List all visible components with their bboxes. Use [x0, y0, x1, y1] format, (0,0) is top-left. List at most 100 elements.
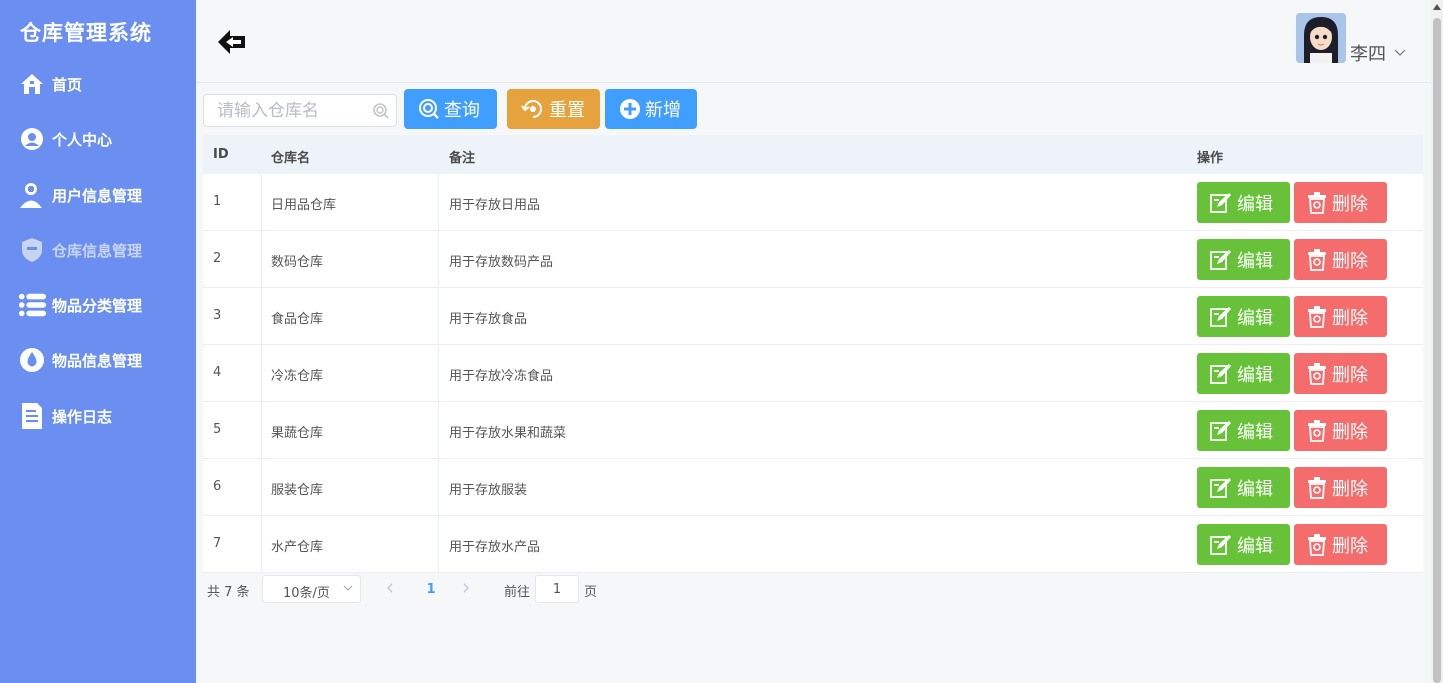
sidebar-item-category[interactable]: 物品分类管理: [18, 287, 142, 323]
search-input[interactable]: [204, 95, 369, 126]
sidebar-item-label: 个人中心: [52, 130, 113, 149]
brand-title: 仓库管理系统: [20, 21, 152, 45]
cell-name: 食品仓库: [271, 312, 324, 327]
trash-icon: [1307, 305, 1327, 328]
chevron-right-icon: [462, 582, 470, 597]
delete-button[interactable]: 删除: [1294, 467, 1387, 508]
avatar[interactable]: [1296, 13, 1346, 63]
sidebar-item-logs[interactable]: 操作日志: [18, 398, 112, 434]
sidebar-item-goods[interactable]: 物品信息管理: [18, 342, 142, 378]
cell-id: 1: [213, 194, 222, 209]
edit-label: 编辑: [1237, 421, 1273, 443]
column-divider: [261, 174, 262, 231]
user-circle-icon: [18, 125, 46, 153]
chevron-down-icon: [343, 582, 353, 597]
scroll-up-arrow-icon[interactable]: [1433, 4, 1441, 10]
edit-label: 编辑: [1237, 535, 1273, 557]
sidebar-item-home[interactable]: 首页: [18, 66, 82, 102]
back-arrow-icon[interactable]: [216, 26, 248, 58]
page-suffix: 页: [584, 585, 598, 600]
cell-name: 冷冻仓库: [271, 369, 324, 384]
delete-button[interactable]: 删除: [1294, 239, 1387, 280]
table-row: 5 果蔬仓库 用于存放水果和蔬菜 编辑 删除: [203, 402, 1423, 459]
delete-button[interactable]: 删除: [1294, 524, 1387, 565]
query-label: 查询: [444, 100, 480, 121]
table-row: 7 水产仓库 用于存放水产品 编辑 删除: [203, 516, 1423, 573]
column-divider: [438, 231, 439, 288]
sidebar-item-profile[interactable]: 个人中心: [18, 121, 112, 157]
trash-icon: [1307, 419, 1327, 442]
sidebar-item-label: 物品分类管理: [52, 296, 143, 315]
cell-name: 日用品仓库: [271, 198, 337, 213]
sidebar-item-label: 首页: [52, 75, 83, 94]
delete-button[interactable]: 删除: [1294, 182, 1387, 223]
add-button[interactable]: 新增: [605, 89, 697, 129]
cell-id: 5: [213, 422, 222, 437]
column-header-id: ID: [213, 147, 229, 162]
column-header-note: 备注: [449, 151, 476, 166]
column-divider: [261, 516, 262, 573]
total-count: 共 7 条: [207, 585, 250, 600]
list-icon: [18, 291, 46, 319]
delete-button[interactable]: 删除: [1294, 353, 1387, 394]
warehouse-search-field[interactable]: [203, 94, 397, 127]
edit-button[interactable]: 编辑: [1197, 524, 1290, 565]
sidebar-item-users[interactable]: 用户信息管理: [18, 177, 142, 213]
cell-name: 数码仓库: [271, 255, 324, 270]
delete-label: 删除: [1332, 250, 1368, 272]
delete-label: 删除: [1332, 421, 1368, 443]
edit-button[interactable]: 编辑: [1197, 239, 1290, 280]
cell-id: 3: [213, 308, 222, 323]
user-name[interactable]: 李四: [1350, 40, 1386, 66]
vertical-scrollbar[interactable]: [1431, 0, 1443, 683]
edit-icon: [1210, 534, 1232, 556]
query-button[interactable]: 查询: [404, 89, 497, 129]
edit-button[interactable]: 编辑: [1197, 467, 1290, 508]
edit-button[interactable]: 编辑: [1197, 182, 1290, 223]
delete-label: 删除: [1332, 307, 1368, 329]
prev-page-button[interactable]: [376, 575, 404, 603]
next-page-button[interactable]: [452, 575, 480, 603]
table-header: ID 仓库名 备注 操作: [203, 135, 1423, 174]
user-add-icon: [18, 181, 46, 209]
delete-label: 删除: [1332, 478, 1368, 500]
edit-icon: [1210, 249, 1232, 271]
column-divider: [438, 516, 439, 573]
reset-button[interactable]: 重置: [507, 89, 600, 129]
delete-label: 删除: [1332, 535, 1368, 557]
chevron-left-icon: [386, 582, 394, 597]
sidebar-item-label: 操作日志: [52, 407, 113, 426]
chevron-down-icon[interactable]: [1394, 44, 1406, 63]
cell-note: 用于存放数码产品: [449, 255, 554, 270]
sidebar-item-label: 仓库信息管理: [52, 241, 143, 260]
trash-icon: [1307, 476, 1327, 499]
edit-button[interactable]: 编辑: [1197, 353, 1290, 394]
edit-icon: [1210, 192, 1232, 214]
delete-button[interactable]: 删除: [1294, 410, 1387, 451]
edit-button[interactable]: 编辑: [1197, 296, 1290, 337]
goto-page-input[interactable]: [535, 575, 579, 603]
sidebar-item-warehouse[interactable]: 仓库信息管理: [18, 232, 142, 268]
page-size-select[interactable]: 10条/页: [262, 575, 361, 603]
column-divider: [261, 345, 262, 402]
delete-label: 删除: [1332, 364, 1368, 386]
document-icon: [18, 402, 46, 430]
scrollbar-thumb[interactable]: [1433, 18, 1441, 683]
delete-button[interactable]: 删除: [1294, 296, 1387, 337]
column-divider: [438, 288, 439, 345]
edit-icon: [1210, 306, 1232, 328]
edit-label: 编辑: [1237, 250, 1273, 272]
cell-note: 用于存放服装: [449, 483, 528, 498]
column-divider: [261, 231, 262, 288]
edit-label: 编辑: [1237, 364, 1273, 386]
shield-icon: [18, 236, 46, 264]
page-number-current[interactable]: 1: [416, 575, 446, 603]
sidebar: 仓库管理系统 首页 个人中心 用户信息管理 仓库信息管理 物品分类管理 物品信息…: [0, 0, 196, 683]
cell-note: 用于存放食品: [449, 312, 528, 327]
add-circle-icon: [619, 98, 641, 120]
cell-note: 用于存放水果和蔬菜: [449, 426, 567, 441]
trash-icon: [1307, 248, 1327, 271]
search-icon[interactable]: [372, 102, 390, 124]
edit-button[interactable]: 编辑: [1197, 410, 1290, 451]
table-row: 2 数码仓库 用于存放数码产品 编辑 删除: [203, 231, 1423, 288]
